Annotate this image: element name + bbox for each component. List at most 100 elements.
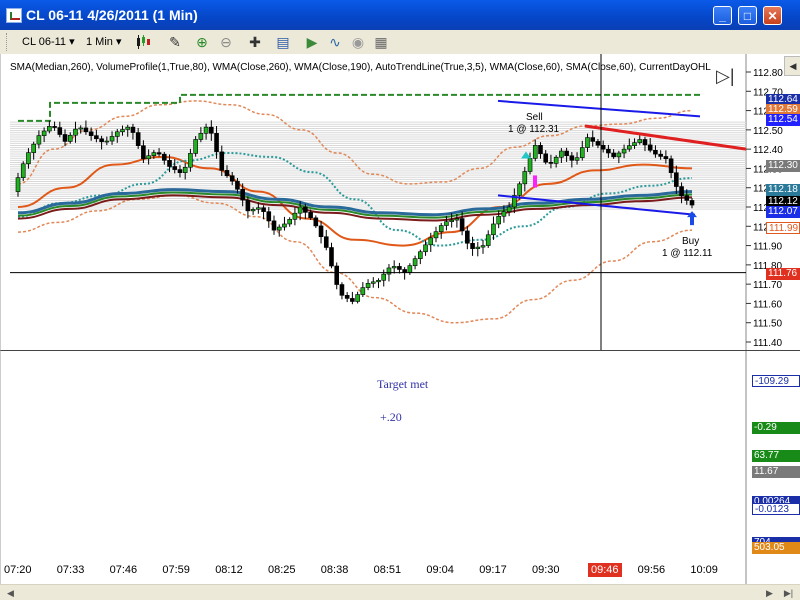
candle-body xyxy=(559,150,564,158)
pencil-draw-icon[interactable]: ✎ xyxy=(166,33,184,51)
scroll-right-icon[interactable]: ▶ xyxy=(763,587,776,599)
candle-body xyxy=(407,265,413,273)
time-tick-label: 09:56 xyxy=(637,564,666,576)
candle-body xyxy=(444,221,449,226)
candle-body xyxy=(31,143,36,153)
time-tick-label: 07:59 xyxy=(162,564,190,576)
time-tick-label: 10:09 xyxy=(690,564,718,576)
candle-body xyxy=(365,283,371,288)
candlestick-icon[interactable] xyxy=(134,33,152,51)
indicator-box--109.29: -109.29 xyxy=(752,375,800,387)
profit-text: +.20 xyxy=(380,410,402,424)
candle-body xyxy=(381,273,387,281)
instrument-selector[interactable]: CL 06-11 ▾ xyxy=(22,35,75,48)
candle-body xyxy=(193,139,198,154)
horizontal-scrollbar[interactable]: ◀ ▶ ▶| xyxy=(0,584,800,600)
zoom-in-icon[interactable]: ⊕ xyxy=(193,33,211,51)
candle-body xyxy=(438,225,444,232)
candle-body xyxy=(569,155,575,161)
price-box-112.07: 112.07 xyxy=(766,206,800,218)
candle-body xyxy=(47,126,52,132)
candle-body xyxy=(679,186,684,197)
candle-body xyxy=(182,166,188,173)
candle-body xyxy=(339,284,345,296)
indicator-box--0.29: -0.29 xyxy=(752,422,800,434)
candle-body xyxy=(135,132,141,146)
candle-body xyxy=(428,237,434,246)
candle-body xyxy=(647,144,653,151)
candle-body xyxy=(292,212,298,220)
candle-body xyxy=(250,209,256,212)
scroll-end-icon[interactable]: ▶| xyxy=(782,587,795,599)
buy-label: Buy xyxy=(682,236,700,247)
scroll-left-icon[interactable]: ◀ xyxy=(4,587,17,599)
candle-body xyxy=(465,230,470,244)
candle-body xyxy=(256,207,261,210)
price-box-112.30: 112.30 xyxy=(766,160,800,172)
candle-body xyxy=(156,152,162,155)
candle-body xyxy=(412,258,418,266)
candle-body xyxy=(167,160,172,167)
candle-body xyxy=(99,138,104,143)
candle-body xyxy=(606,148,611,154)
minimize-icon[interactable]: _ xyxy=(713,6,732,25)
candle-body xyxy=(57,127,63,135)
price-tick-label: 111.40 xyxy=(753,338,783,349)
price-box-112.54: 112.54 xyxy=(766,114,800,126)
crosshair-icon[interactable]: ✚ xyxy=(246,33,264,51)
play-replay-icon[interactable]: ▷| xyxy=(716,66,735,87)
candle-body xyxy=(527,158,533,172)
indicator-box-11.67: 11.67 xyxy=(752,466,800,478)
candle-body xyxy=(282,223,287,228)
candle-body xyxy=(485,234,491,246)
candle-body xyxy=(104,140,110,143)
candle-body xyxy=(303,206,308,213)
candle-body xyxy=(689,200,695,206)
candle-body xyxy=(62,134,68,142)
candle-body xyxy=(26,152,31,165)
candle-body xyxy=(52,126,57,128)
interval-selector[interactable]: 1 Min ▾ xyxy=(86,35,122,48)
title-bar[interactable]: CL 06-11 4/26/2011 (1 Min) _ □ ✕ xyxy=(0,0,800,30)
candle-body xyxy=(245,199,251,212)
strategy-icon[interactable]: ▶ xyxy=(303,33,321,51)
candle-body xyxy=(621,148,627,154)
candle-body xyxy=(470,242,475,249)
time-tick-label: 09:30 xyxy=(532,564,560,576)
zoom-out-icon[interactable]: ⊖ xyxy=(217,33,235,51)
candle-body xyxy=(130,126,136,133)
target-met-text: Target met xyxy=(377,377,429,391)
candle-body xyxy=(224,170,230,177)
time-tick-label: 07:46 xyxy=(109,564,138,576)
candle-body xyxy=(433,231,439,239)
settings-icon[interactable]: ◉ xyxy=(349,33,367,51)
candle-body xyxy=(94,135,99,140)
properties-icon[interactable]: ▤ xyxy=(274,33,292,51)
collapse-panel-icon[interactable]: ◀ xyxy=(784,56,800,76)
price-box-111.76: 111.76 xyxy=(766,268,800,280)
candle-body xyxy=(637,139,643,143)
close-icon[interactable]: ✕ xyxy=(763,6,782,25)
maximize-icon[interactable]: □ xyxy=(738,6,757,25)
candle-body xyxy=(36,135,42,145)
candle-body xyxy=(418,251,423,259)
price-box-112.18: 112.18 xyxy=(766,184,800,196)
indicators-icon[interactable]: ∿ xyxy=(326,33,344,51)
candle-body xyxy=(329,247,334,267)
time-tick-label: 09:17 xyxy=(479,564,507,576)
candle-body xyxy=(151,152,157,157)
candle-body xyxy=(109,136,115,142)
toolbar-grip[interactable] xyxy=(6,33,10,51)
template-icon[interactable]: ▦ xyxy=(372,33,390,51)
chart-canvas[interactable]: 112.80112.70112.60112.50112.40112.30112.… xyxy=(0,54,800,584)
candle-body xyxy=(235,180,240,190)
candle-body xyxy=(261,207,266,212)
chart-toolbar: CL 06-11 ▾ 1 Min ▾ ✎ ⊕ ⊖ ✚ ▤ ▶ ∿ ◉ ▦ xyxy=(0,30,800,55)
time-tick-label: 08:12 xyxy=(215,564,243,576)
interval-label: 1 Min xyxy=(86,36,113,48)
price-tick-label: 112.50 xyxy=(753,126,783,137)
time-tick-label: 09:04 xyxy=(426,564,454,576)
candle-body xyxy=(114,131,120,137)
candle-body xyxy=(496,215,501,225)
candle-body xyxy=(590,137,596,142)
